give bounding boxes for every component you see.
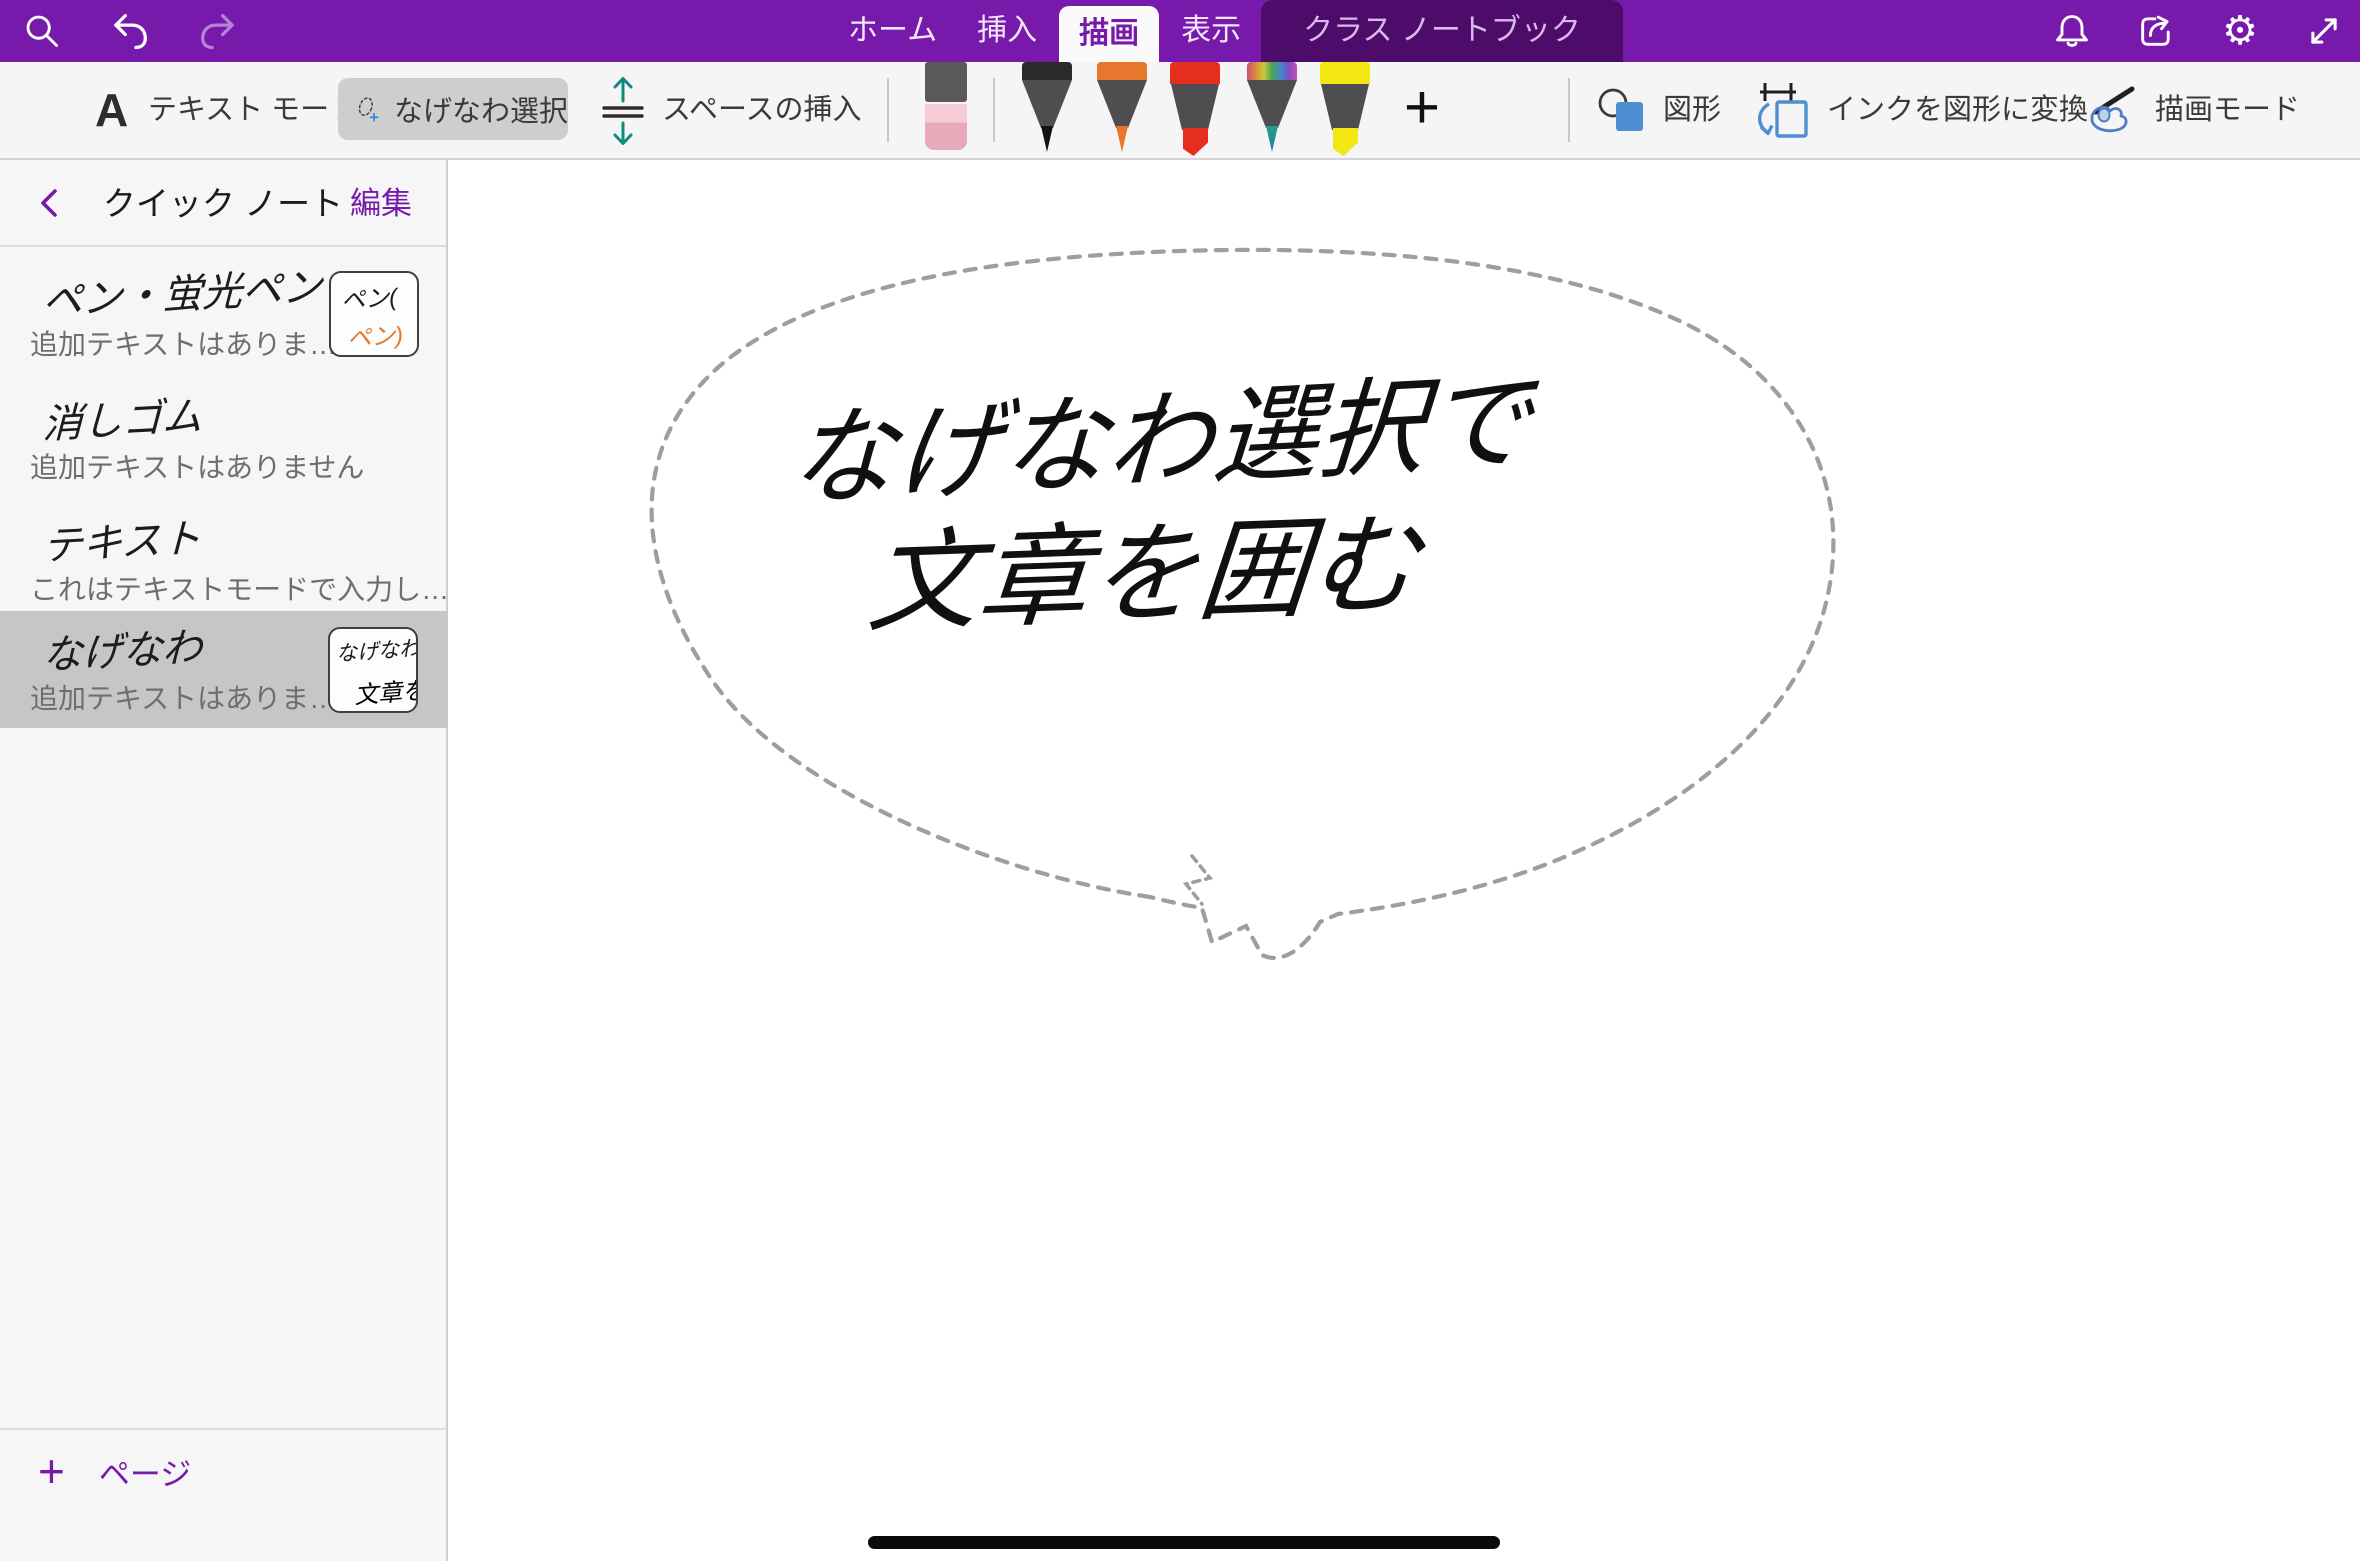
ink-to-shape-button[interactable]: インクを図形に変換 (1827, 62, 2088, 158)
shapes-icon (1596, 86, 1654, 136)
page-subtitle: 追加テキストはありま… (30, 677, 337, 717)
highlighter-yellow[interactable] (1320, 62, 1370, 154)
expand-icon[interactable] (2304, 11, 2344, 51)
titlebar-right-icons: ⚙ (2052, 0, 2344, 62)
ink-to-shape-icon (1752, 80, 1812, 142)
eraser-tool[interactable] (925, 62, 967, 150)
tab-class-notebook[interactable]: クラス ノートブック (1261, 0, 1623, 62)
titlebar-left-icons (22, 0, 238, 62)
lasso-select-label: なげなわ選択 (394, 88, 568, 130)
toolbar-divider (1568, 78, 1570, 142)
lasso-tail-mark (1186, 856, 1210, 904)
tab-view[interactable]: 表示 (1161, 0, 1261, 62)
shapes-button[interactable]: 図形 (1663, 62, 1721, 158)
pen-orange[interactable] (1097, 62, 1147, 154)
page-thumbnail: なげなわ 文章を (328, 627, 418, 713)
draw-toolbar: A テキスト モード なげなわ選択 スペースの挿入 (0, 62, 2360, 160)
lasso-select-button[interactable]: なげなわ選択 (338, 78, 568, 140)
search-icon[interactable] (22, 11, 62, 51)
tab-draw[interactable]: 描画 (1059, 6, 1159, 62)
draw-mode-button[interactable]: 描画モード (2155, 62, 2300, 158)
page-title: テキスト (42, 506, 202, 572)
ribbon-tabs: ホーム 挿入 描画 表示 クラス ノートブック (828, 0, 1623, 62)
onenote-app-window: ホーム 挿入 描画 表示 クラス ノートブック ⚙ A テキスト モード (0, 0, 2360, 1561)
page-thumbnail: ペン( ペン) (329, 271, 419, 357)
toolbar-divider (887, 78, 889, 142)
page-item-lasso[interactable]: なげなわ 追加テキストはありま… なげなわ 文章を (0, 611, 448, 728)
page-title: 消しゴム (42, 383, 203, 450)
page-subtitle: 追加テキストはありま… (30, 323, 337, 363)
page-title: ペン・蛍光ペン (42, 254, 323, 327)
drawing-canvas[interactable]: なげなわ選択で 文章を囲む (450, 162, 2360, 1561)
page-item-eraser[interactable]: 消しゴム 追加テキストはありません (0, 380, 448, 498)
add-page-label: ページ (99, 1449, 191, 1494)
handwritten-ink-line2[interactable]: 文章を囲む (863, 474, 1427, 654)
bell-icon[interactable] (2052, 11, 2092, 51)
page-item-pen-highlighter[interactable]: ペン・蛍光ペン 追加テキストはありま… ペン( ペン) (0, 257, 448, 379)
space-insert-button[interactable]: スペースの挿入 (662, 62, 862, 158)
page-title: なげなわ (42, 614, 203, 681)
redo-icon[interactable] (198, 11, 238, 51)
text-mode-A-icon[interactable]: A (95, 62, 128, 158)
add-pen-button[interactable]: + (1392, 62, 1452, 158)
highlighter-red[interactable] (1170, 62, 1220, 154)
pen-rainbow[interactable] (1247, 62, 1297, 154)
text-mode-button[interactable]: テキスト モード (148, 62, 358, 158)
page-subtitle: これはテキストモードで入力し… (30, 568, 449, 608)
space-insert-icon (600, 75, 646, 147)
sidebar-header: クイック ノート 編集 (0, 160, 446, 247)
toolbar-divider (993, 78, 995, 142)
edit-button[interactable]: 編集 (350, 160, 412, 247)
page-list-sidebar: クイック ノート 編集 ペン・蛍光ペン 追加テキストはありま… ペン( ペン) … (0, 160, 448, 1561)
share-icon[interactable] (2136, 11, 2176, 51)
gear-icon[interactable]: ⚙ (2220, 11, 2260, 51)
add-page-button[interactable]: + ページ (38, 1448, 191, 1494)
home-indicator[interactable] (868, 1536, 1500, 1549)
titlebar: ホーム 挿入 描画 表示 クラス ノートブック ⚙ (0, 0, 2360, 62)
tab-home[interactable]: ホーム (828, 0, 957, 62)
page-subtitle: 追加テキストはありません (30, 446, 364, 486)
page-item-text[interactable]: テキスト これはテキストモードで入力し… (0, 502, 448, 610)
plus-icon: + (38, 1448, 65, 1494)
pen-black[interactable] (1022, 62, 1072, 154)
draw-mode-hand-icon (2082, 84, 2142, 140)
sidebar-footer: + ページ (0, 1428, 446, 1561)
lasso-dashed-ellipse-icon (354, 81, 380, 137)
undo-icon[interactable] (110, 11, 150, 51)
tab-insert[interactable]: 挿入 (957, 0, 1057, 62)
